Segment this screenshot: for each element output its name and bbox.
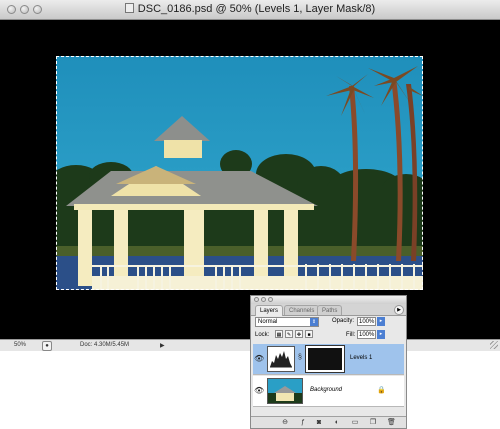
chain-link-icon[interactable]: § [298, 354, 302, 361]
tab-channels[interactable]: Channels [284, 305, 320, 315]
fill-label: Fill: [346, 332, 356, 338]
lock-position-icon[interactable]: ✥ [295, 330, 303, 338]
layer-style-icon[interactable]: ƒ [299, 419, 307, 427]
lock-pixels-icon[interactable]: ✎ [285, 330, 293, 338]
layer-row-background[interactable]: 👁 Background 🔒 [253, 376, 404, 407]
blend-opacity-row: Normal ⇕ Opacity: 100% ▸ [253, 317, 404, 328]
tab-layers[interactable]: Layers [255, 305, 284, 316]
opacity-field[interactable]: 100% [357, 317, 376, 326]
tab-paths[interactable]: Paths [317, 305, 343, 315]
lock-all-icon[interactable]: ■ [305, 330, 313, 338]
title-wrap: DSC_0186.psd @ 50% (Levels 1, Layer Mask… [0, 3, 500, 16]
layer-row-levels-1[interactable]: 👁 § Levels 1 [253, 344, 404, 375]
levels-adjustment-thumbnail[interactable] [267, 346, 295, 372]
layers-palette: Layers Channels Paths ▶ Normal ⇕ Opacity… [250, 295, 407, 429]
chevron-down-icon: ⇕ [310, 318, 318, 326]
palette-tabs: Layers Channels Paths ▶ [251, 304, 406, 316]
document-icon [124, 3, 134, 13]
trash-icon[interactable]: 🗑 [387, 419, 396, 427]
status-info-icon[interactable]: ● [42, 341, 52, 351]
resize-grip-icon[interactable] [490, 341, 498, 349]
zoom-level[interactable]: 50% [14, 342, 26, 348]
opacity-label: Opacity: [332, 318, 355, 324]
lock-fill-row: Lock: ▦ ✎ ✥ ■ Fill: 100% ▸ [253, 330, 404, 341]
document-size: Doc: 4.30M/5.45M [80, 342, 130, 348]
eye-icon[interactable]: 👁 [254, 354, 264, 364]
selection-marquee [56, 56, 423, 290]
lock-label: Lock: [255, 332, 270, 338]
layer-name[interactable]: Levels 1 [350, 355, 372, 361]
background-thumbnail[interactable] [267, 378, 303, 404]
background-thumbnail-image [268, 379, 302, 403]
blend-mode-value: Normal [258, 319, 278, 325]
window-title: DSC_0186.psd @ 50% (Levels 1, Layer Mask… [137, 3, 376, 15]
layer-name[interactable]: Background [310, 387, 342, 393]
palette-menu-icon[interactable]: ▶ [394, 305, 404, 315]
blend-mode-select[interactable]: Normal ⇕ [255, 317, 319, 327]
status-menu-arrow[interactable]: ▶ [160, 342, 165, 349]
new-layer-icon[interactable]: ❐ [369, 419, 377, 427]
layer-mask-thumbnail[interactable] [305, 345, 345, 373]
eye-icon[interactable]: 👁 [254, 386, 264, 396]
add-mask-icon[interactable]: ◙ [315, 419, 323, 427]
palette-zoom-button[interactable] [268, 297, 273, 302]
adjustment-layer-icon[interactable]: ◐ [333, 419, 341, 427]
lock-icon: 🔒 [377, 387, 386, 394]
palette-close-button[interactable] [254, 297, 259, 302]
opacity-slider-arrow-icon[interactable]: ▸ [377, 317, 385, 326]
title-bar[interactable]: DSC_0186.psd @ 50% (Levels 1, Layer Mask… [0, 0, 500, 20]
fill-slider-arrow-icon[interactable]: ▸ [377, 330, 385, 339]
link-icon[interactable]: ⊖ [281, 419, 289, 427]
fill-field[interactable]: 100% [357, 330, 376, 339]
new-group-icon[interactable]: ▭ [351, 419, 359, 427]
canvas-area[interactable] [0, 20, 500, 339]
palette-bottom-bar: ⊖ ƒ ◙ ◐ ▭ ❐ 🗑 [251, 416, 406, 428]
lock-transparency-icon[interactable]: ▦ [275, 330, 283, 338]
histogram-icon [270, 351, 292, 368]
palette-minimize-button[interactable] [261, 297, 266, 302]
